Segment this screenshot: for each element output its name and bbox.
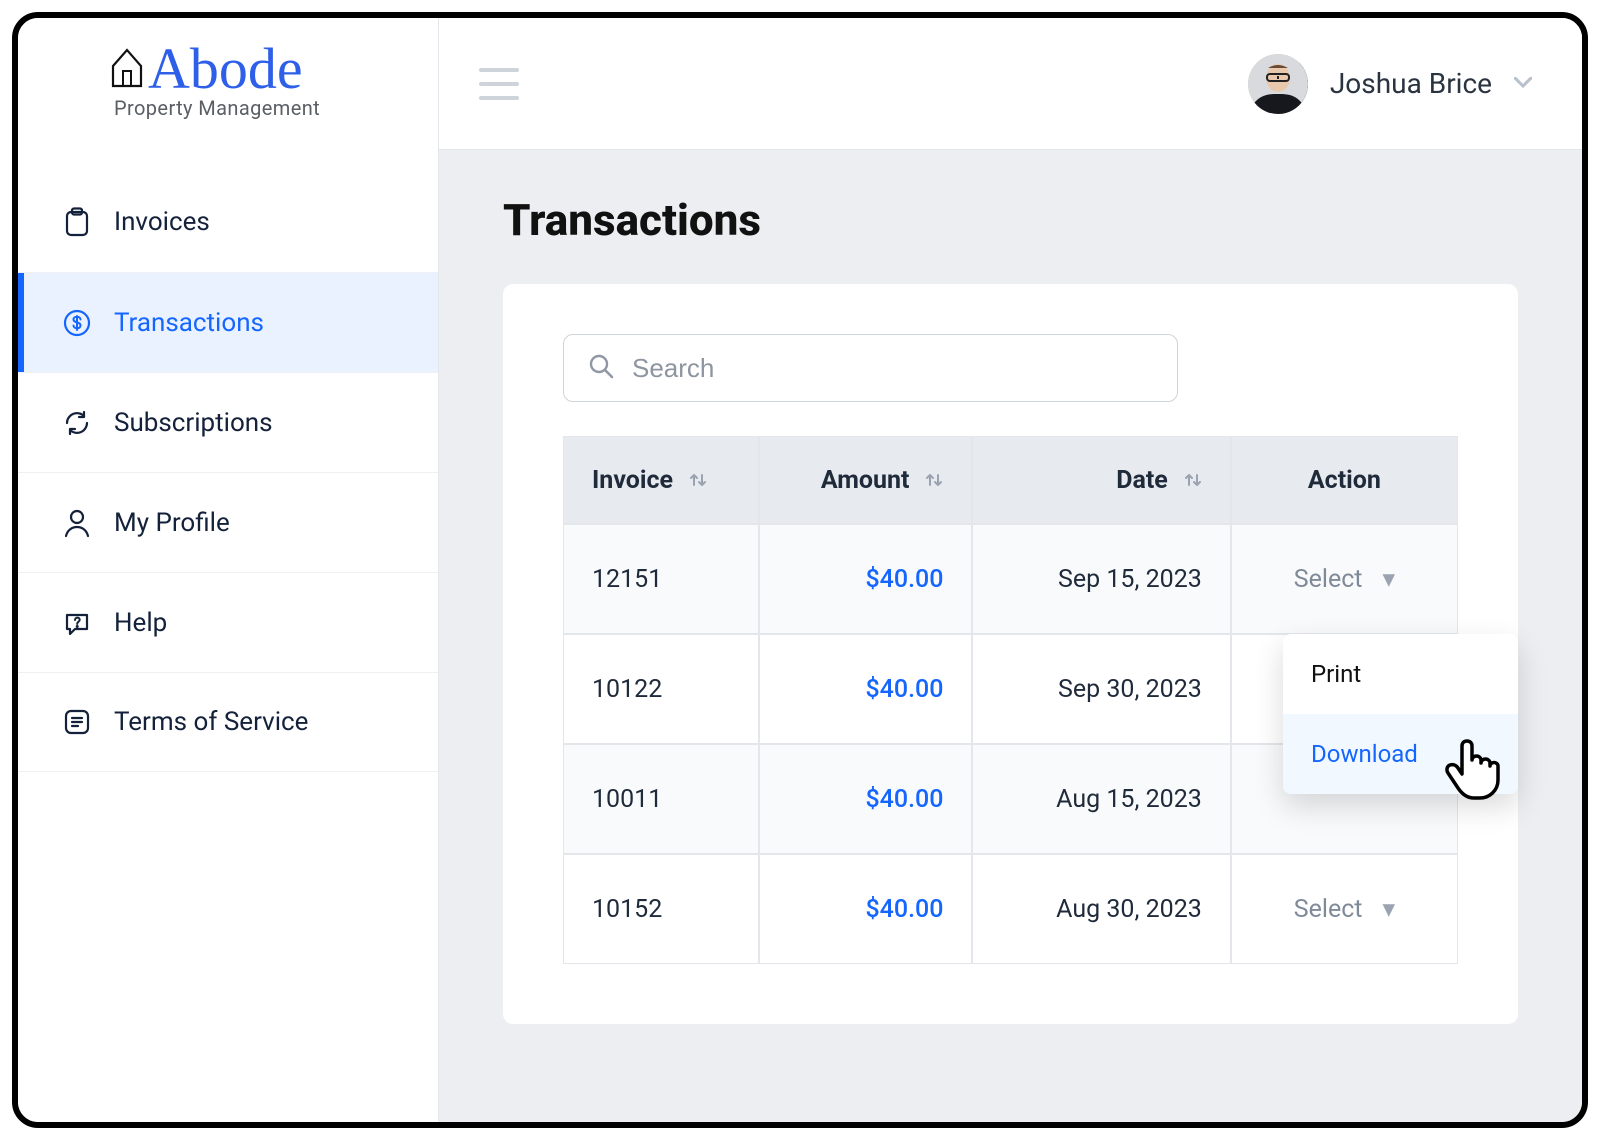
search-icon	[588, 353, 614, 383]
caret-down-icon: ▾	[1382, 894, 1395, 924]
brand-logo: Abode Property Management	[18, 18, 438, 150]
dollar-circle-icon	[62, 309, 92, 337]
sidebar-item-label: Transactions	[114, 308, 264, 338]
help-bubble-icon	[62, 609, 92, 637]
action-select[interactable]: Select ▾	[1260, 894, 1429, 924]
date-cell: Sep 15, 2023	[972, 524, 1230, 634]
user-menu[interactable]: Joshua Brice	[1248, 54, 1532, 114]
amount-cell: $40.00	[759, 854, 973, 964]
sidebar-item-invoices[interactable]: Invoices	[18, 172, 438, 272]
search-input[interactable]	[632, 353, 1153, 384]
user-name: Joshua Brice	[1330, 67, 1492, 100]
invoice-cell: 10011	[563, 744, 759, 854]
sidebar-item-terms[interactable]: Terms of Service	[18, 672, 438, 772]
sidebar-item-my-profile[interactable]: My Profile	[18, 472, 438, 572]
clipboard-icon	[62, 207, 92, 237]
column-label: Date	[1116, 466, 1168, 495]
page-body: Transactions	[439, 150, 1582, 1068]
table-row: 10152 $40.00 Aug 30, 2023 Select ▾	[563, 854, 1458, 964]
sidebar-item-label: Invoices	[114, 207, 210, 237]
topbar: Joshua Brice	[439, 18, 1582, 150]
action-select-label: Select	[1294, 565, 1363, 594]
main-content: Joshua Brice Transactions	[438, 18, 1582, 1122]
caret-down-icon: ▾	[1382, 564, 1395, 594]
search-box[interactable]	[563, 334, 1178, 402]
sidebar-item-label: Subscriptions	[114, 408, 273, 438]
list-square-icon	[62, 708, 92, 736]
column-label: Invoice	[592, 466, 673, 495]
menu-toggle-button[interactable]	[479, 68, 519, 100]
date-cell: Sep 30, 2023	[972, 634, 1230, 744]
action-select[interactable]: Select ▾	[1260, 564, 1429, 594]
action-cell: Select ▾	[1231, 524, 1458, 634]
sidebar: Abode Property Management Invoices Trans…	[18, 18, 438, 1122]
sidebar-item-help[interactable]: Help	[18, 572, 438, 672]
column-label: Action	[1308, 466, 1381, 495]
refresh-icon	[62, 409, 92, 437]
invoice-cell: 12151	[563, 524, 759, 634]
sidebar-item-label: Help	[114, 608, 167, 638]
table-row: 12151 $40.00 Sep 15, 2023 Select ▾	[563, 524, 1458, 634]
action-select-label: Select	[1294, 895, 1363, 924]
column-header-invoice[interactable]: Invoice	[563, 436, 759, 524]
avatar	[1248, 54, 1308, 114]
amount-cell: $40.00	[759, 634, 973, 744]
person-icon	[62, 508, 92, 538]
house-icon	[110, 40, 144, 98]
column-header-action: Action	[1231, 436, 1458, 524]
sidebar-item-subscriptions[interactable]: Subscriptions	[18, 372, 438, 472]
action-cell: Select ▾	[1231, 854, 1458, 964]
column-label: Amount	[821, 466, 910, 495]
app-window: Abode Property Management Invoices Trans…	[12, 12, 1588, 1128]
sidebar-nav: Invoices Transactions Subscriptions	[18, 172, 438, 772]
sidebar-item-transactions[interactable]: Transactions	[18, 272, 438, 372]
brand-tagline: Property Management	[114, 96, 408, 120]
sidebar-item-label: My Profile	[114, 508, 230, 538]
action-dropdown: Print Download	[1283, 634, 1518, 794]
chevron-down-icon	[1514, 74, 1532, 93]
page-title: Transactions	[503, 194, 1518, 246]
amount-cell: $40.00	[759, 744, 973, 854]
sort-icon	[689, 470, 707, 490]
column-header-date[interactable]: Date	[972, 436, 1230, 524]
invoice-cell: 10152	[563, 854, 759, 964]
transactions-card: Invoice Amount	[503, 284, 1518, 1024]
dropdown-item-download[interactable]: Download	[1283, 714, 1518, 794]
date-cell: Aug 15, 2023	[972, 744, 1230, 854]
brand-name: Abode	[148, 40, 303, 98]
invoice-cell: 10122	[563, 634, 759, 744]
dropdown-item-print[interactable]: Print	[1283, 634, 1518, 714]
app-layout: Abode Property Management Invoices Trans…	[18, 18, 1582, 1122]
sort-icon	[1184, 470, 1202, 490]
amount-cell: $40.00	[759, 524, 973, 634]
column-header-amount[interactable]: Amount	[759, 436, 973, 524]
sidebar-item-label: Terms of Service	[114, 707, 308, 737]
sort-icon	[925, 470, 943, 490]
date-cell: Aug 30, 2023	[972, 854, 1230, 964]
